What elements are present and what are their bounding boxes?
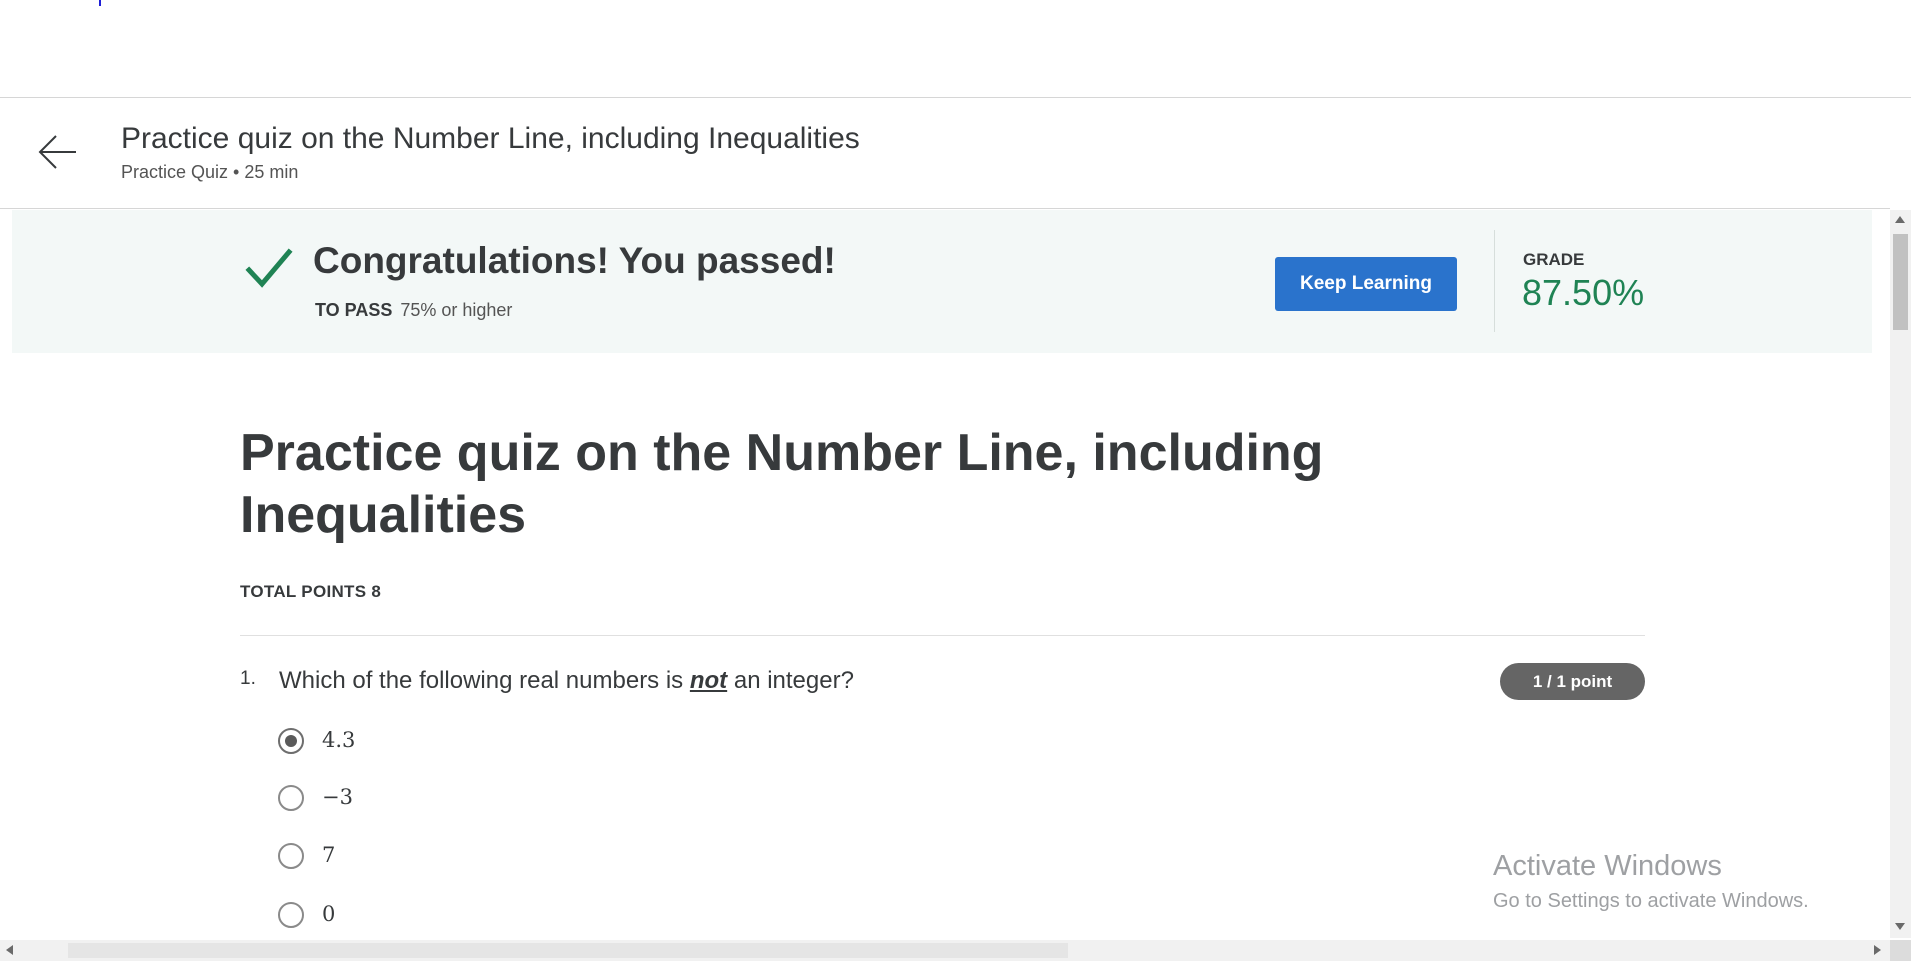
horizontal-scrollbar[interactable] xyxy=(0,940,1890,961)
quiz-header: Practice quiz on the Number Line, includ… xyxy=(0,98,1890,209)
pass-label: TO PASS xyxy=(315,300,393,320)
back-arrow-icon xyxy=(38,135,76,169)
points-badge: 1 / 1 point xyxy=(1500,663,1645,700)
option-label: 7 xyxy=(322,843,336,867)
activate-windows-hint: Go to Settings to activate Windows. xyxy=(1493,890,1809,912)
activate-windows-title: Activate Windows xyxy=(1493,850,1722,882)
question-text-after: an integer? xyxy=(727,667,854,694)
option-label: 4.3 xyxy=(322,728,356,752)
question-number: 1. xyxy=(240,668,256,689)
pass-value: 75% or higher xyxy=(400,300,513,320)
scroll-left-icon[interactable] xyxy=(6,945,13,955)
keep-learning-button[interactable]: Keep Learning xyxy=(1275,257,1457,311)
scroll-down-icon[interactable] xyxy=(1895,923,1905,930)
vertical-scrollbar[interactable] xyxy=(1890,210,1911,938)
header-title: Practice quiz on the Number Line, includ… xyxy=(121,122,860,155)
result-banner: Congratulations! You passed! TO PASS 75% … xyxy=(12,210,1872,353)
question-text-before: Which of the following real numbers is xyxy=(279,667,690,694)
grade-label: GRADE xyxy=(1523,250,1585,269)
back-button[interactable] xyxy=(36,130,80,174)
radio-button[interactable] xyxy=(278,785,304,811)
pass-requirement: TO PASS 75% or higher xyxy=(315,300,512,321)
option-label: −3 xyxy=(322,785,353,809)
checkmark-icon xyxy=(245,248,293,288)
quiz-title: Practice quiz on the Number Line, includ… xyxy=(240,424,1324,544)
horizontal-scroll-thumb[interactable] xyxy=(68,943,1068,958)
option-label: 0 xyxy=(322,902,336,926)
header-subtitle: Practice Quiz • 25 min xyxy=(121,162,299,182)
scroll-up-icon[interactable] xyxy=(1895,216,1905,223)
browser-top-area xyxy=(0,0,1911,98)
radio-button-selected[interactable] xyxy=(278,728,304,754)
banner-divider xyxy=(1494,230,1495,332)
radio-button[interactable] xyxy=(278,843,304,869)
scrollbar-corner xyxy=(1890,940,1911,961)
radio-button[interactable] xyxy=(278,902,304,928)
link-fragment xyxy=(99,0,101,6)
question-emphasis: not xyxy=(689,667,728,694)
result-title: Congratulations! You passed! xyxy=(313,240,836,281)
section-divider xyxy=(240,635,1645,636)
question-text: Which of the following real numbers is n… xyxy=(279,667,854,695)
total-points: TOTAL POINTS 8 xyxy=(240,582,382,601)
grade-value: 87.50% xyxy=(1522,272,1645,313)
vertical-scroll-thumb[interactable] xyxy=(1893,234,1908,330)
scroll-right-icon[interactable] xyxy=(1874,945,1881,955)
